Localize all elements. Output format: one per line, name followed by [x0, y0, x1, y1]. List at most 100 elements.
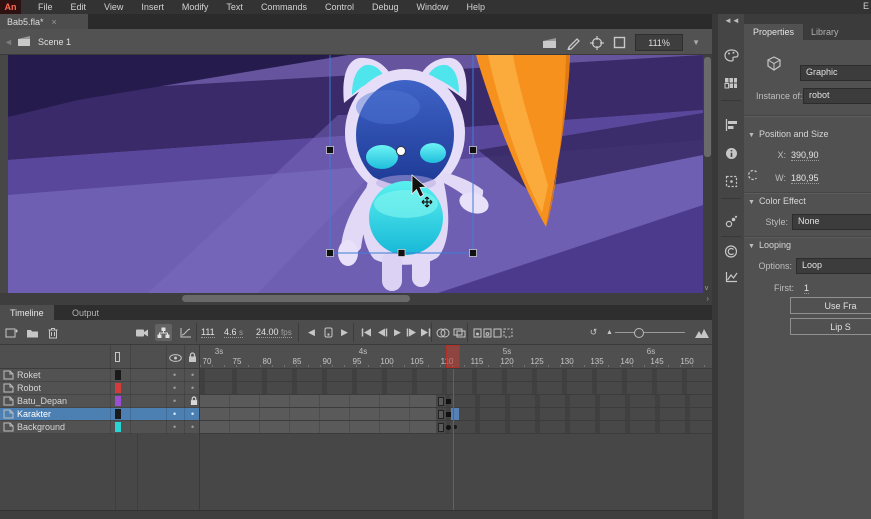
edit-multiple-frames-button[interactable] [451, 324, 468, 341]
layer-lock-toggle[interactable]: • [191, 369, 194, 381]
brush-library-panel-icon[interactable] [718, 210, 744, 232]
loop-range-icon[interactable] [320, 324, 337, 341]
onion-skin-button[interactable] [434, 324, 451, 341]
tab-properties[interactable]: Properties [744, 24, 803, 40]
layer-lock-toggle[interactable]: • [191, 408, 194, 420]
go-to-first-frame-button[interactable] [358, 324, 375, 341]
looping-section-header[interactable]: ▼Looping [748, 240, 791, 250]
stage-vertical-scrollbar[interactable]: ∨ [703, 55, 712, 293]
swatches-panel-icon[interactable] [718, 72, 744, 94]
scroll-down-icon[interactable]: ∨ [704, 284, 709, 292]
frame-span[interactable] [200, 421, 436, 433]
layer-outline-color-swatch[interactable] [115, 396, 121, 406]
menu-item-window[interactable]: Window [408, 2, 458, 12]
layer-lock-icon[interactable] [190, 396, 198, 406]
menu-item-modify[interactable]: Modify [173, 2, 218, 12]
use-frame-picker-button[interactable]: Use Fra [790, 297, 871, 314]
menu-item-text[interactable]: Text [217, 2, 252, 12]
align-panel-icon[interactable] [718, 114, 744, 136]
layer-visibility-toggle[interactable]: • [173, 408, 176, 420]
position-size-section-header[interactable]: ▼Position and Size [748, 129, 828, 139]
layer-outline-color-swatch[interactable] [115, 409, 121, 419]
layer-lock-toggle[interactable]: • [191, 421, 194, 433]
timeline-bottom-scrollbar[interactable] [0, 510, 712, 519]
menu-item-insert[interactable]: Insert [132, 2, 173, 12]
loop-options-select[interactable]: Loop [796, 258, 871, 274]
current-frame-field[interactable]: 111 [201, 327, 215, 338]
tab-library[interactable]: Library [802, 24, 848, 40]
center-stage-icon[interactable] [590, 36, 604, 50]
layer-row-batu_depan[interactable]: Batu_Depan• [0, 395, 200, 408]
menu-item-commands[interactable]: Commands [252, 2, 316, 12]
timeline-graph-button[interactable] [177, 324, 194, 341]
show-parenting-view-button[interactable] [155, 324, 172, 341]
document-tab[interactable]: Bab5.fla* × [0, 14, 88, 29]
loop-prev-icon[interactable]: ◀ [303, 324, 320, 341]
show-hide-all-layers-icon[interactable] [169, 354, 182, 362]
info-panel-icon[interactable] [718, 142, 744, 164]
frames-row-karakter[interactable] [200, 408, 712, 421]
loop-next-icon[interactable]: ▶ [336, 324, 353, 341]
stage-horizontal-scrollbar[interactable]: › [0, 293, 712, 305]
first-frame-value[interactable]: 1 [804, 283, 809, 294]
clip-content-icon[interactable] [613, 36, 626, 49]
layer-visibility-toggle[interactable]: • [173, 382, 176, 394]
new-folder-button[interactable] [24, 324, 41, 341]
menu-item-view[interactable]: View [95, 2, 132, 12]
horizontal-scroll-thumb[interactable] [182, 295, 410, 302]
layer-outline-color-swatch[interactable] [115, 383, 121, 393]
x-value[interactable]: 390,90 [791, 150, 819, 161]
frames-grid[interactable] [200, 369, 712, 434]
tab-output[interactable]: Output [62, 305, 109, 320]
vertical-scroll-thumb[interactable] [704, 57, 711, 157]
style-select[interactable]: None [792, 214, 871, 230]
menu-item-control[interactable]: Control [316, 2, 363, 12]
timeline-ruler[interactable]: 3s4s5s6s70758085909510010511011512012513… [0, 345, 712, 369]
frames-row-batu_depan[interactable] [200, 395, 712, 408]
tab-timeline[interactable]: Timeline [0, 305, 54, 320]
menu-item-help[interactable]: Help [458, 2, 495, 12]
back-arrow-icon[interactable]: ◄ [4, 37, 13, 47]
edit-symbols-icon[interactable] [566, 36, 581, 50]
layer-visibility-toggle[interactable]: • [173, 369, 176, 381]
keyframe-marker[interactable] [446, 412, 451, 417]
layer-row-background[interactable]: Background•• [0, 421, 200, 434]
frame-rate-field[interactable]: 24.00 fps [256, 327, 292, 338]
workspace-button[interactable]: E [863, 1, 869, 11]
transform-panel-icon[interactable] [718, 170, 744, 192]
layer-visibility-toggle[interactable]: • [173, 421, 176, 433]
delete-layer-button[interactable] [44, 324, 61, 341]
remove-frame-button[interactable] [499, 324, 516, 341]
frames-row-roket[interactable] [200, 369, 712, 382]
symbol-type-select[interactable]: Graphic [800, 65, 871, 81]
layer-row-karakter[interactable]: Karakter•• [0, 408, 200, 421]
layer-outline-color-swatch[interactable] [115, 422, 121, 432]
instance-name-field[interactable]: robot [803, 88, 871, 104]
w-value[interactable]: 180,95 [791, 173, 819, 184]
menu-item-file[interactable]: File [29, 2, 62, 12]
lock-unlock-all-layers-icon[interactable] [188, 352, 197, 363]
outline-column-icon[interactable] [115, 352, 120, 362]
layer-visibility-toggle[interactable]: • [173, 395, 176, 407]
layer-row-roket[interactable]: Roket•• [0, 369, 200, 382]
scroll-right-icon[interactable]: › [706, 294, 709, 303]
cc-libraries-panel-icon[interactable] [718, 240, 744, 262]
keyframe-dot[interactable] [446, 425, 451, 430]
stage-canvas[interactable] [8, 55, 703, 293]
elapsed-time-field[interactable]: 4.6 s [224, 327, 243, 338]
chevron-down-icon[interactable]: ▼ [692, 38, 700, 47]
lip-syncing-button[interactable]: Lip S [790, 318, 871, 335]
new-layer-button[interactable] [3, 324, 20, 341]
frames-row-robot[interactable] [200, 382, 712, 395]
layer-outline-color-swatch[interactable] [115, 370, 121, 380]
stage-zoom-select[interactable]: 111% [635, 34, 683, 51]
camera-button[interactable] [133, 324, 150, 341]
reset-timeline-zoom-button[interactable]: ↺ [585, 324, 602, 341]
frame-span[interactable] [200, 408, 436, 420]
scene-name[interactable]: Scene 1 [38, 37, 71, 47]
collapse-panels-icon[interactable]: ◄◄ [724, 16, 740, 25]
layer-row-robot[interactable]: Robot•• [0, 382, 200, 395]
color-panel-icon[interactable] [718, 44, 744, 66]
close-document-icon[interactable]: × [52, 17, 57, 27]
playhead[interactable] [446, 345, 460, 368]
